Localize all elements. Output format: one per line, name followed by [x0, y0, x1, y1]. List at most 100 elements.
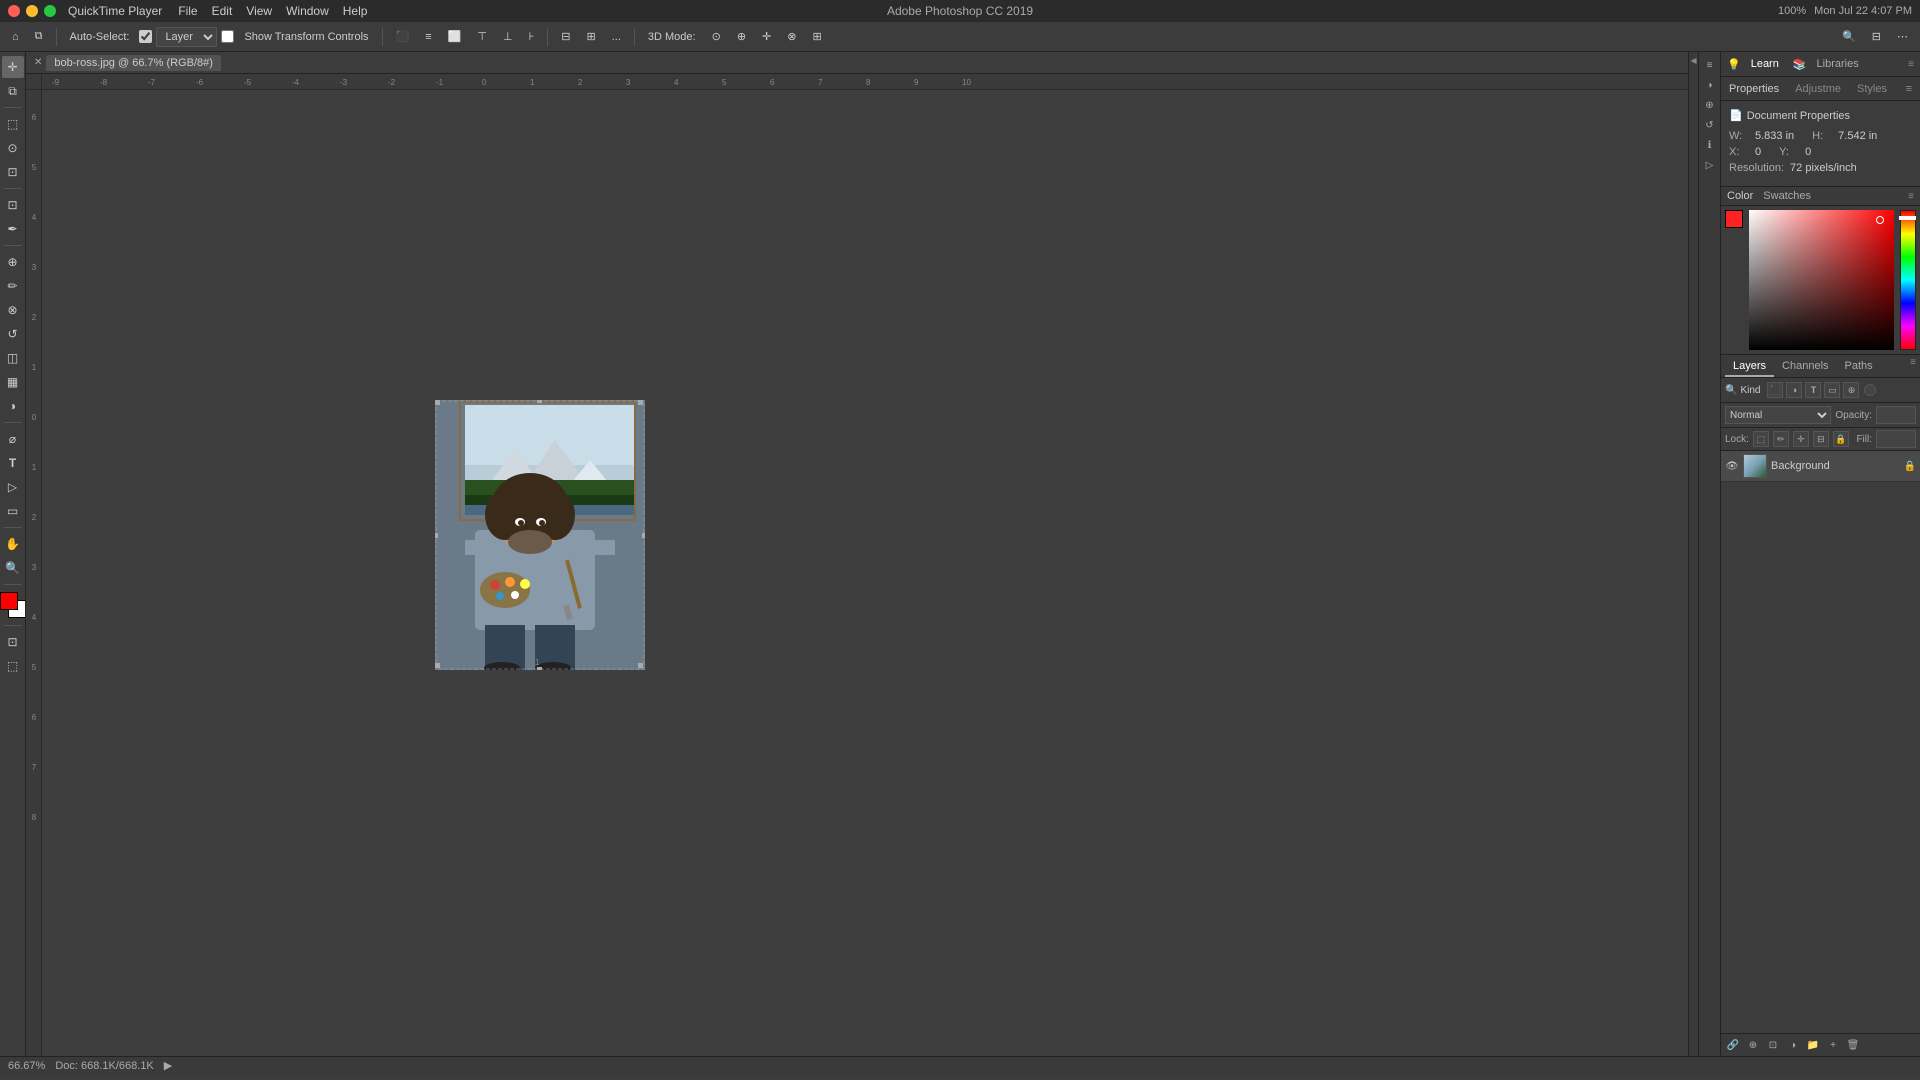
quick-select-btn[interactable]: ⊡: [2, 161, 24, 183]
libraries-tab[interactable]: Libraries: [1811, 56, 1865, 72]
document-tab[interactable]: bob-ross.jpg @ 66.7% (RGB/8#): [46, 55, 221, 71]
pen-tool-btn[interactable]: ⌀: [2, 428, 24, 450]
menu-file[interactable]: File: [178, 4, 197, 18]
menu-help[interactable]: Help: [343, 4, 368, 18]
brush-tool-btn[interactable]: ✏: [2, 275, 24, 297]
lock-artboard-btn[interactable]: ⊟: [1813, 431, 1829, 447]
delete-layer-btn[interactable]: 🗑: [1845, 1037, 1861, 1053]
eraser-tool-btn[interactable]: ◫: [2, 347, 24, 369]
close-btn[interactable]: [8, 5, 20, 17]
doc-close-x[interactable]: ✕: [34, 57, 42, 68]
channels-tab[interactable]: Channels: [1774, 357, 1836, 377]
menu-edit[interactable]: Edit: [212, 4, 233, 18]
3d-pan-btn[interactable]: ✛: [756, 26, 777, 48]
lock-all-btn[interactable]: 🔒: [1833, 431, 1849, 447]
smart-filter-btn[interactable]: ⊕: [1843, 382, 1859, 398]
actions-strip-icon[interactable]: ▷: [1701, 156, 1719, 174]
align-middle-btn[interactable]: ⊥: [497, 26, 519, 48]
home-btn[interactable]: ⌂: [6, 26, 25, 48]
adjustment-filter-btn[interactable]: ◑: [1786, 382, 1802, 398]
new-layer-btn[interactable]: +: [1825, 1037, 1841, 1053]
info-strip-icon[interactable]: ℹ: [1701, 136, 1719, 154]
status-arrow[interactable]: ▶: [164, 1059, 172, 1072]
history-strip-icon[interactable]: ↺: [1701, 116, 1719, 134]
menu-window[interactable]: Window: [286, 4, 329, 18]
text-filter-btn[interactable]: T: [1805, 382, 1821, 398]
shape-filter-btn[interactable]: ▭: [1824, 382, 1840, 398]
align-bottom-btn[interactable]: ⊦: [523, 26, 541, 48]
shape-tool-btn[interactable]: ▭: [2, 500, 24, 522]
new-group-btn[interactable]: 📁: [1805, 1037, 1821, 1053]
align-right-btn[interactable]: ⬜: [442, 26, 468, 48]
adjustments-tab-label[interactable]: Adjustme: [1795, 83, 1841, 95]
fill-field[interactable]: [1876, 430, 1916, 448]
color-picker-area[interactable]: [1749, 210, 1916, 350]
canvas-workspace[interactable]: 1: [42, 90, 1688, 1056]
lock-transparent-btn[interactable]: ⬚: [1753, 431, 1769, 447]
properties-menu-btn[interactable]: ≡: [1906, 83, 1912, 95]
pixel-filter-btn[interactable]: ⬛: [1767, 382, 1783, 398]
layer-item-background[interactable]: 👁 Background 🔒: [1721, 451, 1920, 482]
path-selection-btn[interactable]: ▷: [2, 476, 24, 498]
marquee-tool-btn[interactable]: ⬚: [2, 113, 24, 135]
align-left-btn[interactable]: ⬛: [390, 26, 416, 48]
learn-tab[interactable]: Learn: [1745, 56, 1785, 72]
foreground-swatch[interactable]: [1725, 210, 1743, 228]
align-center-btn[interactable]: ≡: [419, 26, 437, 48]
3d-rotate-btn[interactable]: ⊙: [706, 26, 727, 48]
foreground-background-colors[interactable]: [0, 592, 26, 618]
more-btn[interactable]: ...: [606, 26, 627, 48]
layer-select[interactable]: Layer Group: [156, 27, 217, 47]
artboard-tool-btn[interactable]: ⧉: [2, 80, 24, 102]
move-tool-btn[interactable]: ✛: [2, 56, 24, 78]
collapse-icon[interactable]: ◀: [1690, 56, 1696, 65]
layer-visibility-eye[interactable]: 👁: [1725, 459, 1739, 473]
extra-btn[interactable]: ⋯: [1891, 26, 1914, 48]
hand-tool-btn[interactable]: ✋: [2, 533, 24, 555]
foreground-color-chip[interactable]: [0, 592, 18, 610]
color-gradient-box[interactable]: [1749, 210, 1894, 350]
dodge-tool-btn[interactable]: ◑: [2, 395, 24, 417]
eyedropper-tool-btn[interactable]: ✒: [2, 218, 24, 240]
3d-scale-btn[interactable]: ⊞: [806, 26, 827, 48]
styles-tab-label[interactable]: Styles: [1857, 83, 1887, 95]
lock-image-btn[interactable]: ✏: [1773, 431, 1789, 447]
styles-strip-icon[interactable]: ⊕: [1701, 96, 1719, 114]
color-menu-btn[interactable]: ≡: [1908, 191, 1914, 202]
auto-select-checkbox[interactable]: [139, 30, 152, 43]
history-brush-btn[interactable]: ↺: [2, 323, 24, 345]
search-btn[interactable]: 🔍: [1836, 26, 1862, 48]
blend-mode-select[interactable]: Normal Multiply Screen Overlay: [1725, 406, 1831, 424]
lock-position-btn[interactable]: ✛: [1793, 431, 1809, 447]
screen-mode-btn[interactable]: ⬚: [2, 655, 24, 677]
workspaces-btn[interactable]: ⧉: [29, 26, 49, 48]
distribute-v-btn[interactable]: ⊞: [581, 26, 602, 48]
maximize-btn[interactable]: [44, 5, 56, 17]
distribute-h-btn[interactable]: ⊟: [555, 26, 576, 48]
layers-tab[interactable]: Layers: [1725, 357, 1774, 377]
healing-brush-btn[interactable]: ⊕: [2, 251, 24, 273]
arrange-btn[interactable]: ⊟: [1866, 26, 1887, 48]
crop-tool-btn[interactable]: ⊡: [2, 194, 24, 216]
new-adjustment-btn[interactable]: ◑: [1785, 1037, 1801, 1053]
zoom-tool-btn[interactable]: 🔍: [2, 557, 24, 579]
layers-menu-btn[interactable]: ≡: [1910, 357, 1916, 377]
swatches-tab-label[interactable]: Swatches: [1763, 190, 1811, 202]
paths-tab[interactable]: Paths: [1837, 357, 1881, 377]
link-layers-btn[interactable]: 🔗: [1725, 1037, 1741, 1053]
menu-view[interactable]: View: [246, 4, 272, 18]
add-mask-btn[interactable]: ⊡: [1765, 1037, 1781, 1053]
gradient-tool-btn[interactable]: ▦: [2, 371, 24, 393]
align-top-btn[interactable]: ⊤: [471, 26, 493, 48]
hue-bar[interactable]: [1900, 210, 1916, 350]
quick-mask-btn[interactable]: ⊡: [2, 631, 24, 653]
3d-slide-btn[interactable]: ⊗: [781, 26, 802, 48]
clone-stamp-btn[interactable]: ⊗: [2, 299, 24, 321]
layer-lock-icon[interactable]: 🔒: [1904, 461, 1916, 472]
add-style-btn[interactable]: ⊕: [1745, 1037, 1761, 1053]
lasso-tool-btn[interactable]: ⊙: [2, 137, 24, 159]
show-transform-checkbox[interactable]: [221, 30, 234, 43]
text-tool-btn[interactable]: T: [2, 452, 24, 474]
3d-orbit-btn[interactable]: ⊕: [731, 26, 752, 48]
panel-menu-btn[interactable]: ≡: [1908, 59, 1914, 70]
